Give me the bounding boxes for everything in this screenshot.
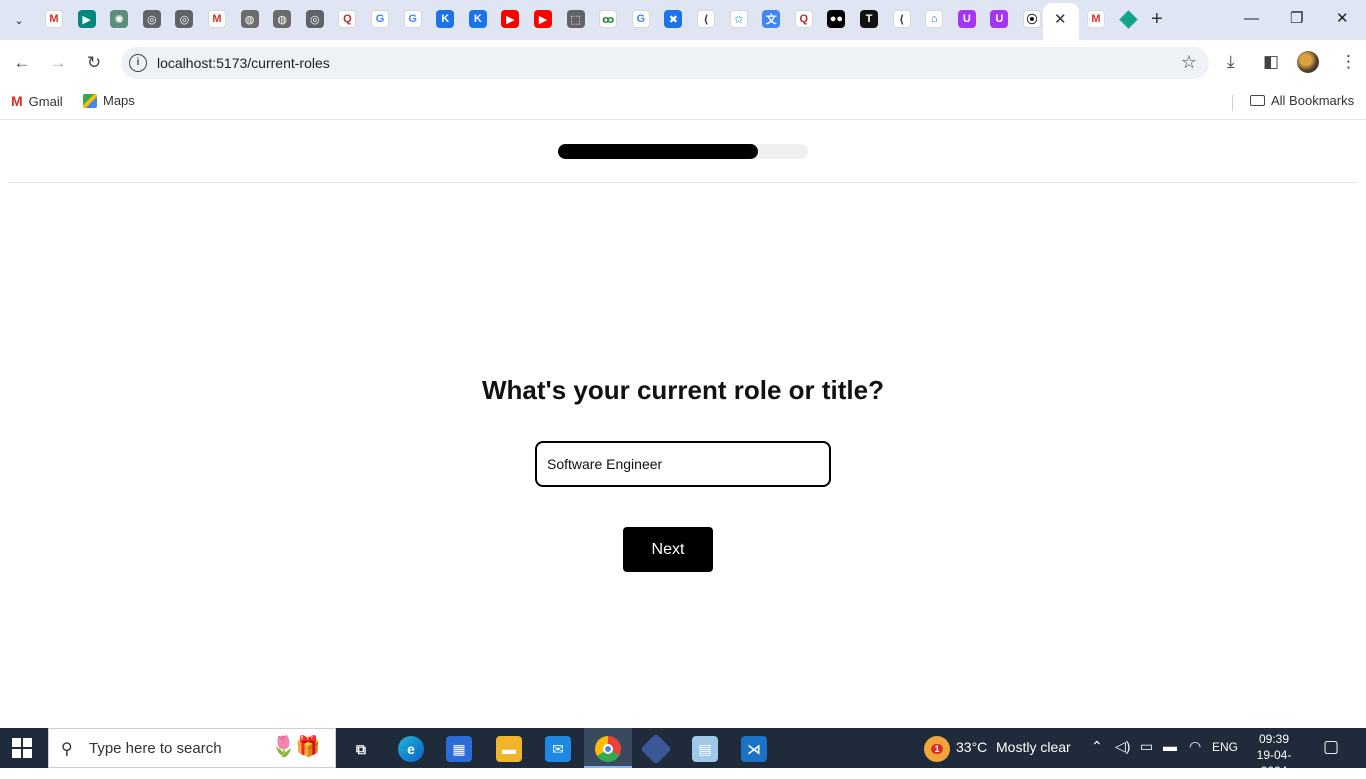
side-panel-icon[interactable]: ◧ xyxy=(1263,52,1279,72)
tab-favicon-codeium-icon[interactable]: ⟨ xyxy=(892,10,911,28)
language-indicator[interactable]: ENG xyxy=(1212,740,1238,754)
chrome-icon[interactable] xyxy=(595,736,621,762)
windows-start-icon[interactable] xyxy=(12,738,34,758)
tab-favicon-diamond-icon[interactable] xyxy=(1118,9,1138,29)
windows-taskbar: ⚲ Type here to search 🌷🎁 ⧉ e ▦ ▬ ✉ ▤ ⋊ 1… xyxy=(0,728,1366,778)
tab-favicon-star-icon[interactable]: ✩ xyxy=(729,10,748,28)
tab-search-chevron-icon[interactable]: ⌄ xyxy=(7,8,31,32)
tab-favicon-gmail-icon[interactable]: M xyxy=(208,10,226,28)
tab-favicon-udemy-icon[interactable]: U xyxy=(957,10,976,28)
tab-favicon-library-icon[interactable]: ⌂ xyxy=(925,10,944,28)
search-icon: ⚲ xyxy=(61,741,73,758)
folder-icon xyxy=(1250,95,1265,106)
tab-favicon-google-meet-icon[interactable]: ▶ xyxy=(77,10,96,28)
site-info-icon[interactable]: i xyxy=(129,54,147,72)
profile-avatar[interactable] xyxy=(1297,51,1319,73)
tray-chevron-icon[interactable]: ⌃ xyxy=(1091,738,1103,755)
git-app-icon[interactable] xyxy=(640,733,672,765)
tab-favicon-codeium-icon[interactable]: ⟨ xyxy=(697,10,715,28)
bookmarks-bar: M Gmail Maps All Bookmarks xyxy=(0,86,1366,120)
bookmark-label: Maps xyxy=(103,93,135,108)
tab-favicon-youtube-icon[interactable]: ▶ xyxy=(501,10,520,28)
clock-date: 19-04-2024 xyxy=(1256,748,1292,778)
close-window-button[interactable]: ✕ xyxy=(1336,8,1349,30)
browser-toolbar: ← → ↻ i localhost:5173/current-roles ☆ ⤓… xyxy=(0,40,1366,86)
role-input[interactable] xyxy=(535,441,831,487)
tab-favicon-youtube-icon[interactable]: ▶ xyxy=(534,10,552,28)
battery-icon[interactable]: ▬ xyxy=(1163,738,1177,754)
tab-favicon-google-icon[interactable]: G xyxy=(371,10,389,28)
bookmark-star-icon[interactable]: ☆ xyxy=(1181,52,1197,73)
search-highlight-flowers-icon: 🌷🎁 xyxy=(271,736,321,758)
maps-icon xyxy=(83,93,97,108)
page-content: What's your current role or title? Next xyxy=(0,121,1366,728)
tab-favicon-chatgpt-icon[interactable]: ✺ xyxy=(110,10,129,28)
tab-favicon-globe-icon[interactable]: ◍ xyxy=(240,10,259,28)
tab-strip: ⌄ M ▶ ✺ ◎ ◎ M ◍ ◍ ◎ Q G G K K ▶ ▶ ⬚ ꝏ G ✖ ⟨ ✩ 文 Q ●● T ⟨ ⌂ U U ⦿ ✕ M +… xyxy=(0,0,1366,40)
tab-favicon-extension-icon[interactable]: ⬚ xyxy=(566,10,585,28)
progress-fill xyxy=(558,144,758,159)
tab-favicon-quora-icon[interactable]: Q xyxy=(338,10,357,28)
url-text[interactable]: localhost:5173/current-roles xyxy=(157,55,330,71)
progress-bar xyxy=(558,144,808,159)
tab-favicon-chromium-icon[interactable]: ◎ xyxy=(142,10,161,28)
notifications-icon[interactable]: ▢ xyxy=(1323,737,1339,757)
reload-button[interactable]: ↻ xyxy=(81,50,107,76)
tab-favicon-geeksforgeeks-icon[interactable]: ꝏ xyxy=(599,10,618,28)
network-icon[interactable]: ◠ xyxy=(1189,738,1201,755)
question-heading: What's your current role or title? xyxy=(481,375,884,405)
vscode-icon[interactable]: ⋊ xyxy=(741,736,767,762)
volume-icon[interactable]: ◁) xyxy=(1115,738,1130,755)
weather-desc[interactable]: Mostly clear xyxy=(996,739,1071,755)
tab-favicon-kahoot-icon[interactable]: K xyxy=(436,10,455,28)
weather-badge: 1 xyxy=(931,744,943,754)
next-button[interactable]: Next xyxy=(623,527,713,572)
taskbar-search[interactable]: ⚲ Type here to search 🌷🎁 xyxy=(48,728,336,768)
weather-icon[interactable]: 1 xyxy=(924,736,950,762)
tab-favicon-medium-icon[interactable]: ●● xyxy=(827,10,846,28)
back-button[interactable]: ← xyxy=(9,50,35,76)
tab-favicon-typewriter-icon[interactable]: T xyxy=(860,10,878,28)
bookmark-gmail[interactable]: M Gmail xyxy=(11,93,63,109)
notepad-icon[interactable]: ▤ xyxy=(692,736,718,762)
file-explorer-icon[interactable]: ▬ xyxy=(496,736,522,762)
header-divider xyxy=(8,182,1358,183)
forward-button[interactable]: → xyxy=(45,50,71,76)
tab-favicon-google-icon[interactable]: G xyxy=(631,10,650,28)
new-tab-button[interactable]: + xyxy=(1151,8,1163,30)
meet-now-icon[interactable]: ▭ xyxy=(1140,738,1153,755)
bookmark-label: Gmail xyxy=(28,93,63,109)
tab-favicon-chromium-icon[interactable]: ◎ xyxy=(175,10,194,28)
mail-icon[interactable]: ✉ xyxy=(545,736,571,762)
tab-favicon-translate-icon[interactable]: 文 xyxy=(762,10,781,28)
bookmarks-separator xyxy=(1232,95,1233,111)
all-bookmarks[interactable]: All Bookmarks xyxy=(1250,93,1354,108)
bookmark-maps[interactable]: Maps xyxy=(83,93,135,108)
menu-kebab-icon[interactable]: ⋮ xyxy=(1340,52,1357,72)
store-icon[interactable]: ▦ xyxy=(446,736,472,762)
tab-favicon-gmail-icon[interactable]: M xyxy=(45,10,63,28)
all-bookmarks-label: All Bookmarks xyxy=(1271,93,1355,108)
system-clock[interactable]: 09:39 19-04-2024 xyxy=(1245,731,1303,779)
tab-favicon-chromium-icon[interactable]: ◎ xyxy=(305,10,324,28)
edge-icon[interactable]: e xyxy=(398,736,424,762)
tab-favicon-kahoot-icon[interactable]: K xyxy=(468,10,487,28)
tab-close-icon[interactable]: ✕ xyxy=(1054,11,1067,29)
tab-favicon-gmail-icon[interactable]: M xyxy=(1087,10,1105,28)
gmail-icon: M xyxy=(11,93,23,109)
tab-favicon-udemy-icon[interactable]: U xyxy=(990,10,1009,28)
tab-favicon-quora-icon[interactable]: Q xyxy=(794,10,813,28)
search-placeholder: Type here to search xyxy=(89,740,222,757)
minimize-button[interactable]: — xyxy=(1244,8,1259,30)
tab-favicon-google-icon[interactable]: G xyxy=(403,10,422,28)
restore-button[interactable]: ❐ xyxy=(1290,8,1303,30)
tab-favicon-globe-icon[interactable]: ◍ xyxy=(273,10,292,28)
weather-temp[interactable]: 33°C xyxy=(956,739,987,755)
clock-time: 09:39 xyxy=(1258,732,1290,746)
downloads-icon[interactable]: ⤓ xyxy=(1227,52,1235,72)
tab-favicon-github-icon[interactable]: ⦿ xyxy=(1023,10,1041,28)
task-view-icon[interactable]: ⧉ xyxy=(348,736,374,762)
address-bar[interactable]: i localhost:5173/current-roles ☆ xyxy=(121,47,1209,79)
tab-favicon-puzzle-icon[interactable]: ✖ xyxy=(664,10,683,28)
